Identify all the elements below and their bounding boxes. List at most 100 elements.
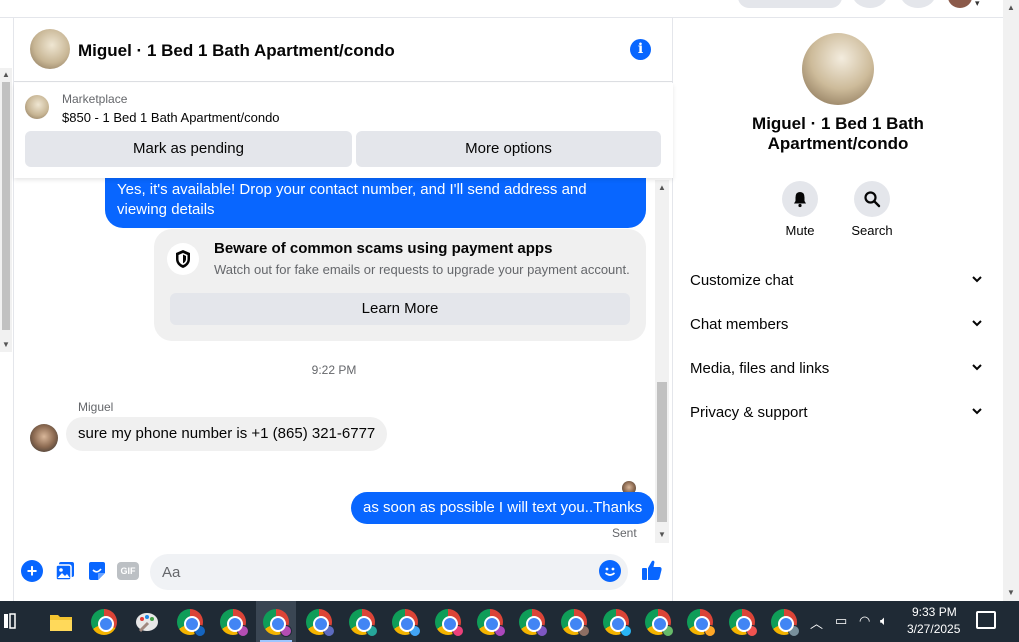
conversation-details-panel: Miguel · 1 Bed 1 Bath Apartment/condo Mu… (674, 18, 1003, 601)
chrome-profile-icon[interactable] (645, 609, 674, 637)
section-label: Customize chat (690, 272, 794, 289)
notification-icon[interactable] (976, 611, 996, 629)
battery-icon[interactable]: ▭ (835, 613, 847, 629)
outgoing-message[interactable]: as soon as possible I will text you..Tha… (351, 492, 655, 524)
file-explorer-icon[interactable] (48, 609, 74, 635)
scroll-up-icon[interactable]: ▲ (658, 183, 666, 192)
clock-date[interactable]: 3/27/2025 (907, 622, 960, 636)
info-icon[interactable]: i (630, 39, 651, 60)
sender-name: Miguel (78, 400, 114, 414)
chrome-profile-icon[interactable] (177, 609, 206, 637)
scroll-down-icon[interactable]: ▼ (658, 530, 666, 539)
search-label: Search (851, 223, 893, 238)
chrome-profile-icon[interactable] (687, 609, 716, 637)
search-action[interactable]: Search (842, 181, 902, 238)
chrome-profile-icon[interactable] (435, 609, 464, 637)
chat-header: Miguel · 1 Bed 1 Bath Apartment/condo i (14, 18, 673, 82)
chrome-profile-icon[interactable] (220, 609, 249, 637)
profile-badge (662, 625, 674, 637)
scroll-up-icon[interactable]: ▲ (1007, 3, 1015, 12)
sticker-icon[interactable] (86, 560, 108, 582)
chevron-down-icon[interactable]: ▾ (975, 0, 980, 9)
volume-icon[interactable]: 🔈︎ (880, 613, 888, 629)
shield-icon (167, 243, 199, 275)
outgoing-message[interactable]: Yes, it's available! Drop your contact n… (105, 178, 646, 228)
profile-badge (452, 625, 464, 637)
clock-time[interactable]: 9:33 PM (912, 605, 957, 619)
scroll-thumb[interactable] (2, 82, 10, 330)
scroll-down-icon[interactable]: ▼ (1007, 588, 1015, 597)
page-scrollbar[interactable]: ▲ ▼ (0, 68, 12, 352)
mute-action[interactable]: Mute (770, 181, 830, 238)
chevron-down-icon[interactable] (970, 360, 984, 374)
window-scrollbar[interactable]: ▲ ▼ (1003, 0, 1019, 601)
profile-badge (494, 625, 506, 637)
mark-pending-button[interactable]: Mark as pending (25, 131, 352, 167)
search-icon[interactable] (854, 181, 890, 217)
more-options-button[interactable]: More options (356, 131, 661, 167)
gallery-icon[interactable] (54, 560, 76, 582)
scroll-thumb[interactable] (657, 382, 667, 522)
chrome-profile-icon[interactable] (306, 609, 335, 637)
profile-badge (746, 625, 758, 637)
chrome-icon[interactable] (91, 609, 117, 635)
learn-more-button[interactable]: Learn More (170, 293, 630, 325)
scroll-up-icon[interactable]: ▲ (2, 70, 10, 79)
marketplace-label: Marketplace (62, 92, 128, 106)
listing-photo[interactable] (802, 33, 874, 105)
chat-title[interactable]: Miguel · 1 Bed 1 Bath Apartment/condo (78, 41, 395, 61)
emoji-icon[interactable] (599, 560, 621, 582)
chevron-up-icon[interactable]: ︿ (810, 613, 823, 632)
profile-badge (704, 625, 716, 637)
top-nav-menu-icon[interactable] (852, 0, 888, 8)
wifi-icon[interactable]: ◠ (859, 613, 870, 629)
chrome-profile-icon[interactable] (477, 609, 506, 637)
customize-chat-section[interactable]: Customize chat (674, 260, 1003, 300)
listing-avatar[interactable] (30, 29, 70, 69)
scam-warning-card: Beware of common scams using payment app… (154, 229, 646, 341)
app-window: ▾ ▲ ▼ Miguel · 1 Bed 1 Bath Apartment/co… (0, 0, 1019, 642)
chat-members-section[interactable]: Chat members (674, 304, 1003, 344)
profile-badge (366, 625, 378, 637)
incoming-message[interactable]: sure my phone number is +1 (865) 321-677… (66, 417, 388, 451)
task-view-icon[interactable] (2, 610, 28, 636)
chat-panel: Miguel · 1 Bed 1 Bath Apartment/condo i … (13, 18, 673, 601)
message-input[interactable] (150, 554, 628, 590)
chevron-down-icon[interactable] (970, 272, 984, 286)
profile-badge (620, 625, 632, 637)
bell-icon[interactable] (782, 181, 818, 217)
chrome-profile-icon[interactable] (349, 609, 378, 637)
mute-label: Mute (785, 223, 815, 238)
section-label: Chat members (690, 316, 789, 333)
sender-avatar[interactable] (30, 424, 58, 452)
scroll-down-icon[interactable]: ▼ (2, 340, 10, 349)
scam-warning-title: Beware of common scams using payment app… (214, 240, 553, 257)
chat-scrollbar[interactable]: ▲ ▼ (655, 180, 669, 543)
marketplace-bar: Marketplace $850 - 1 Bed 1 Bath Apartmen… (14, 83, 673, 178)
message-composer: + GIF (14, 552, 673, 592)
profile-badge (578, 625, 590, 637)
paint-app-icon[interactable] (134, 609, 160, 635)
gif-icon[interactable]: GIF (117, 562, 139, 580)
chrome-profile-icon[interactable] (729, 609, 758, 637)
chrome-profile-icon[interactable] (392, 609, 421, 637)
chrome-profile-icon[interactable] (263, 609, 292, 637)
chrome-profile-icon[interactable] (561, 609, 590, 637)
thumbs-up-icon[interactable] (640, 558, 664, 582)
chevron-down-icon[interactable] (970, 404, 984, 418)
chrome-profile-icon[interactable] (771, 609, 800, 637)
privacy-support-section[interactable]: Privacy & support (674, 392, 1003, 432)
chevron-down-icon[interactable] (970, 316, 984, 330)
top-nav-messenger-icon[interactable] (900, 0, 936, 8)
plus-icon[interactable]: + (21, 560, 43, 582)
top-nav-pill[interactable] (738, 0, 842, 8)
message-status: Sent (612, 526, 637, 540)
profile-badge (237, 625, 249, 637)
profile-badge (323, 625, 335, 637)
listing-title[interactable]: $850 - 1 Bed 1 Bath Apartment/condo (62, 110, 280, 125)
chrome-profile-icon[interactable] (603, 609, 632, 637)
chrome-profile-icon[interactable] (519, 609, 548, 637)
listing-thumbnail[interactable] (25, 95, 49, 119)
media-files-links-section[interactable]: Media, files and links (674, 348, 1003, 388)
profile-avatar[interactable] (948, 0, 972, 8)
